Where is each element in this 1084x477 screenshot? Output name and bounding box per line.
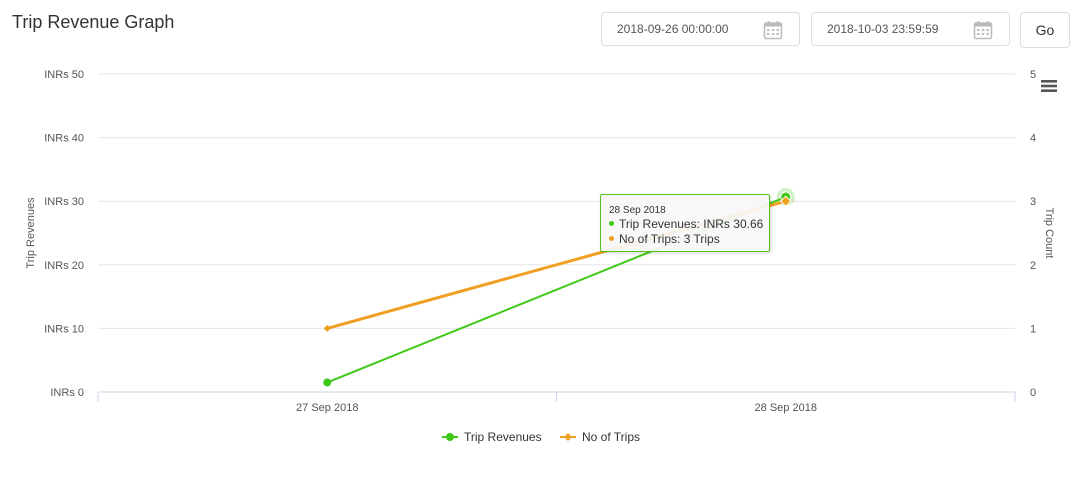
tooltip-row-trips: No of Trips: 3 Trips	[609, 232, 769, 247]
y-right-tick-label: 3	[1030, 196, 1036, 208]
legend-item-revenue[interactable]: Trip Revenues	[442, 430, 542, 444]
y-left-tick-label: INRs 30	[44, 196, 84, 208]
tooltip-label: Trip Revenues	[619, 217, 697, 231]
tooltip-dot-revenue	[609, 221, 614, 227]
legend-label: No of Trips	[582, 430, 640, 444]
data-point-revenue	[323, 378, 332, 387]
tooltip-header: 28 Sep 2018	[609, 205, 666, 216]
chart-tooltip: 28 Sep 2018 Trip Revenues: INRs 30.66 No…	[600, 194, 770, 252]
tooltip-row-revenue: Trip Revenues: INRs 30.66	[609, 217, 769, 232]
legend-marker-circle	[446, 433, 454, 441]
data-point-trips	[323, 324, 331, 332]
legend-item-trips[interactable]: No of Trips	[560, 430, 640, 444]
y-right-tick-label: 4	[1030, 133, 1036, 145]
tooltip-value: INRs 30.66	[703, 217, 764, 231]
y-right-axis-title: Trip Count	[1043, 208, 1055, 259]
y-right-tick-label: 2	[1030, 260, 1036, 272]
x-tick-label: 28 Sep 2018	[755, 402, 817, 414]
x-tick-label: 27 Sep 2018	[296, 402, 358, 414]
y-left-tick-label: INRs 50	[44, 69, 84, 81]
hamburger-menu-icon[interactable]	[1040, 78, 1058, 94]
tooltip-label: No of Trips	[619, 232, 678, 246]
trip-revenue-chart: INRs 0 INRs 10 INRs 20 INRs 30 INRs 40 INRs 5…	[25, 69, 1055, 444]
y-left-tick-label: INRs 0	[50, 387, 84, 399]
y-left-tick-label: INRs 10	[44, 323, 84, 335]
legend-label: Trip Revenues	[464, 430, 542, 444]
y-left-tick-label: INRs 20	[44, 260, 84, 272]
legend-marker-diamond	[564, 433, 572, 441]
y-left-axis-title: Trip Revenues	[25, 197, 37, 269]
y-right-tick-label: 1	[1030, 323, 1036, 335]
y-right-tick-label: 0	[1030, 387, 1036, 399]
tooltip-dot-trips	[609, 236, 614, 242]
y-right-tick-label: 5	[1030, 69, 1036, 81]
y-left-tick-label: INRs 40	[44, 133, 84, 145]
tooltip-value: 3 Trips	[683, 232, 720, 246]
